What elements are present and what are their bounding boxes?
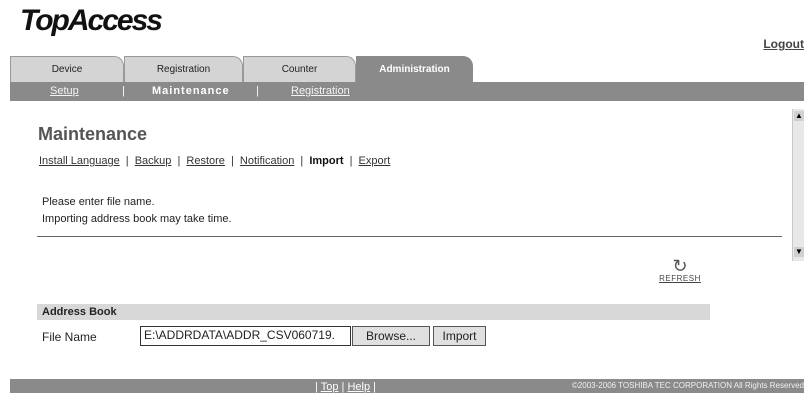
file-name-label: File Name xyxy=(42,330,97,344)
subnav-setup[interactable]: Setup xyxy=(50,82,79,101)
nav-separator: | xyxy=(125,155,129,167)
scroll-up-icon[interactable]: ▲ xyxy=(794,111,804,121)
copyright: ©2003-2006 TOSHIBA TEC CORPORATION All R… xyxy=(571,381,804,390)
nav-import-current: Import xyxy=(309,155,344,167)
refresh-button[interactable]: ↻ REFRESH xyxy=(657,256,703,283)
refresh-label: REFRESH xyxy=(659,274,701,283)
nav-notification[interactable]: Notification xyxy=(240,155,294,167)
page-title: Maintenance xyxy=(38,124,148,144)
app-logo: TopAccess xyxy=(20,4,163,37)
divider xyxy=(37,236,782,237)
import-button[interactable]: Import xyxy=(433,326,486,346)
footer-links: | Top | Help | xyxy=(315,380,376,394)
tab-administration[interactable]: Administration xyxy=(356,56,473,82)
nav-separator: | xyxy=(231,155,234,167)
maintenance-nav: Install Language | Backup | Restore | No… xyxy=(39,155,390,167)
footer: | Top | Help | ©2003-2006 TOSHIBA TEC CO… xyxy=(10,379,804,393)
scrollbar[interactable]: ▲ ▼ xyxy=(792,109,804,261)
logout-link[interactable]: Logout xyxy=(763,37,804,51)
browse-button[interactable]: Browse... xyxy=(352,326,430,346)
refresh-icon: ↻ xyxy=(672,256,688,276)
address-book-header: Address Book xyxy=(37,304,710,320)
main-tabs: Device Registration Counter Administrati… xyxy=(10,56,804,82)
scroll-down-icon[interactable]: ▼ xyxy=(794,247,804,257)
footer-separator: | xyxy=(315,381,318,393)
nav-restore[interactable]: Restore xyxy=(186,155,225,167)
tab-counter[interactable]: Counter xyxy=(243,56,356,82)
subnav-separator: | xyxy=(122,85,125,97)
tab-device[interactable]: Device xyxy=(10,56,124,82)
footer-separator: | xyxy=(373,381,376,393)
tab-registration[interactable]: Registration xyxy=(124,56,243,82)
subnav-separator: | xyxy=(256,85,259,97)
nav-export[interactable]: Export xyxy=(359,155,391,167)
footer-help-link[interactable]: Help xyxy=(347,381,370,393)
footer-top-link[interactable]: Top xyxy=(321,381,339,393)
info-message: Please enter file name. xyxy=(42,196,155,208)
nav-backup[interactable]: Backup xyxy=(135,155,172,167)
nav-install-language[interactable]: Install Language xyxy=(39,155,120,167)
file-name-input[interactable]: E:\ADDRDATA\ADDR_CSV060719. xyxy=(140,326,351,346)
nav-separator: | xyxy=(177,155,181,167)
sub-navigation: Setup | Maintenance | Registration xyxy=(10,82,804,101)
subnav-registration[interactable]: Registration xyxy=(291,82,350,101)
nav-separator: | xyxy=(349,155,353,167)
nav-separator: | xyxy=(300,155,304,167)
info-message: Importing address book may take time. xyxy=(42,213,232,225)
subnav-maintenance[interactable]: Maintenance xyxy=(152,82,230,101)
footer-separator: | xyxy=(341,381,345,393)
